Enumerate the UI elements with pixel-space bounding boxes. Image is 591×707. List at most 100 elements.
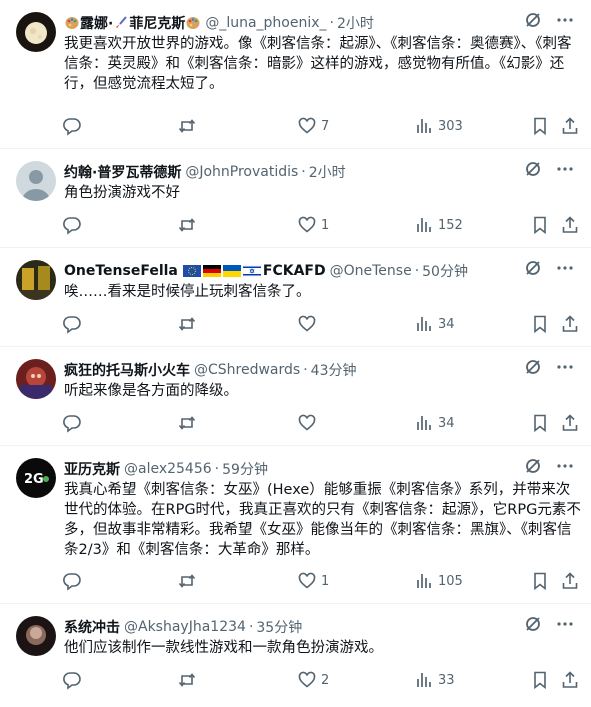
reply-button[interactable] bbox=[62, 114, 82, 138]
avatar[interactable] bbox=[16, 161, 56, 201]
author-name[interactable]: 亚历克斯 bbox=[64, 459, 120, 479]
post[interactable]: 约翰·普罗瓦蒂德斯 @JohnProvatidis · 2小时 角色扮演游戏不好… bbox=[0, 149, 591, 248]
heart-icon bbox=[297, 571, 317, 591]
more-icon[interactable] bbox=[555, 258, 575, 278]
post-time[interactable]: 35分钟 bbox=[256, 617, 302, 637]
reply-button[interactable] bbox=[62, 569, 82, 593]
repost-button[interactable] bbox=[177, 312, 197, 336]
repost-button[interactable] bbox=[177, 668, 197, 692]
bookmark-icon bbox=[530, 314, 550, 334]
like-button[interactable]: 2 bbox=[297, 668, 329, 692]
more-icon[interactable] bbox=[555, 456, 575, 476]
grok-icon[interactable] bbox=[523, 357, 543, 377]
post[interactable]: 疯狂的托马斯小火车 @CShredwards · 43分钟 听起来像是各方面的降… bbox=[0, 347, 591, 446]
grok-icon[interactable] bbox=[523, 258, 543, 278]
like-button[interactable]: 1 bbox=[297, 213, 329, 237]
avatar[interactable]: 2G bbox=[16, 458, 56, 498]
share-button[interactable] bbox=[560, 668, 580, 692]
author-name[interactable]: OneTenseFella bbox=[64, 263, 178, 279]
more-icon[interactable] bbox=[555, 614, 575, 634]
author-handle[interactable]: @alex25456 bbox=[124, 461, 212, 477]
repost-button[interactable] bbox=[177, 114, 197, 138]
share-icon bbox=[560, 670, 580, 690]
avatar[interactable] bbox=[16, 260, 56, 300]
reply-button[interactable] bbox=[62, 213, 82, 237]
avatar[interactable] bbox=[16, 359, 56, 399]
views-button[interactable]: 33 bbox=[414, 668, 455, 692]
author-name[interactable]: 约翰·普罗瓦蒂德斯 bbox=[64, 162, 181, 182]
bookmark-button[interactable] bbox=[530, 411, 550, 435]
grok-icon[interactable] bbox=[523, 456, 543, 476]
share-button[interactable] bbox=[560, 411, 580, 435]
grok-icon[interactable] bbox=[523, 614, 543, 634]
author-handle[interactable]: @AkshayJha1234 bbox=[124, 619, 246, 635]
post-actions: 2 33 bbox=[56, 668, 581, 692]
repost-icon bbox=[177, 116, 197, 136]
share-button[interactable] bbox=[560, 312, 580, 336]
bookmark-button[interactable] bbox=[530, 569, 550, 593]
palette-emoji-icon bbox=[65, 16, 79, 30]
bookmark-button[interactable] bbox=[530, 668, 550, 692]
bookmark-button[interactable] bbox=[530, 312, 550, 336]
post-actions: 1 105 bbox=[56, 569, 581, 593]
repost-button[interactable] bbox=[177, 411, 197, 435]
post-time[interactable]: 43分钟 bbox=[311, 360, 357, 380]
post-time[interactable]: 2小时 bbox=[337, 13, 374, 33]
post[interactable]: 2G 亚历克斯 @alex25456 · 59分钟 我真心希望《刺客信条：女巫》… bbox=[0, 446, 591, 604]
bookmark-icon bbox=[530, 670, 550, 690]
views-button[interactable]: 303 bbox=[414, 114, 463, 138]
post[interactable]: OneTenseFella FCKAFD @OneTense · 50分钟 唉…… bbox=[0, 248, 591, 347]
heart-icon bbox=[297, 215, 317, 235]
bookmark-button[interactable] bbox=[530, 213, 550, 237]
like-button[interactable]: 7 bbox=[297, 114, 329, 138]
reply-button[interactable] bbox=[62, 668, 82, 692]
post-time[interactable]: 2小时 bbox=[309, 162, 346, 182]
views-button[interactable]: 34 bbox=[414, 411, 455, 435]
share-button[interactable] bbox=[560, 569, 580, 593]
post-time[interactable]: 59分钟 bbox=[222, 459, 268, 479]
author-handle[interactable]: @OneTense bbox=[330, 263, 412, 279]
author-name[interactable]: 露娜· bbox=[80, 13, 113, 33]
avatar[interactable] bbox=[16, 12, 56, 52]
author-name[interactable]: 系统冲击 bbox=[64, 617, 120, 637]
views-button[interactable]: 34 bbox=[414, 312, 455, 336]
share-icon bbox=[560, 314, 580, 334]
bookmark-button[interactable] bbox=[530, 114, 550, 138]
like-button[interactable] bbox=[297, 312, 321, 336]
like-button[interactable]: 1 bbox=[297, 569, 329, 593]
reply-button[interactable] bbox=[62, 411, 82, 435]
reply-icon bbox=[62, 116, 82, 136]
bookmark-icon bbox=[530, 413, 550, 433]
author-name-suffix[interactable]: 菲尼克斯 bbox=[129, 13, 185, 33]
more-icon[interactable] bbox=[555, 159, 575, 179]
reply-icon bbox=[62, 314, 82, 334]
grok-icon[interactable] bbox=[523, 159, 543, 179]
post-text: 我真心希望《刺客信条：女巫》(Hexe）能够重振《刺客信条》系列，并带来次世代的… bbox=[64, 482, 581, 558]
share-button[interactable] bbox=[560, 114, 580, 138]
post[interactable]: 系统冲击 @AkshayJha1234 · 35分钟 他们应该制作一款线性游戏和… bbox=[0, 604, 591, 707]
palette-emoji-icon bbox=[186, 16, 200, 30]
post-actions: 34 bbox=[56, 411, 581, 435]
views-button[interactable]: 152 bbox=[414, 213, 463, 237]
avatar[interactable] bbox=[16, 616, 56, 656]
repost-button[interactable] bbox=[177, 213, 197, 237]
more-icon[interactable] bbox=[555, 10, 575, 30]
author-handle[interactable]: @JohnProvatidis bbox=[185, 164, 298, 180]
share-button[interactable] bbox=[560, 213, 580, 237]
germany-flag-icon bbox=[202, 265, 221, 277]
view-count: 33 bbox=[438, 672, 455, 688]
author-name[interactable]: 疯狂的托马斯小火车 bbox=[64, 360, 190, 380]
grok-icon[interactable] bbox=[523, 10, 543, 30]
heart-icon bbox=[297, 116, 317, 136]
post-time[interactable]: 50分钟 bbox=[422, 261, 468, 281]
post[interactable]: 露娜· 菲尼克斯 @_luna_phoenix_ · 2小时 我更喜欢开放世界的… bbox=[0, 0, 591, 149]
views-button[interactable]: 105 bbox=[414, 569, 463, 593]
like-button[interactable] bbox=[297, 411, 321, 435]
repost-button[interactable] bbox=[177, 569, 197, 593]
bookmark-icon bbox=[530, 571, 550, 591]
author-handle[interactable]: @_luna_phoenix_ bbox=[205, 15, 326, 31]
author-handle[interactable]: @CShredwards bbox=[194, 362, 300, 378]
reply-button[interactable] bbox=[62, 312, 82, 336]
author-name-suffix[interactable]: FCKAFD bbox=[263, 263, 326, 279]
more-icon[interactable] bbox=[555, 357, 575, 377]
